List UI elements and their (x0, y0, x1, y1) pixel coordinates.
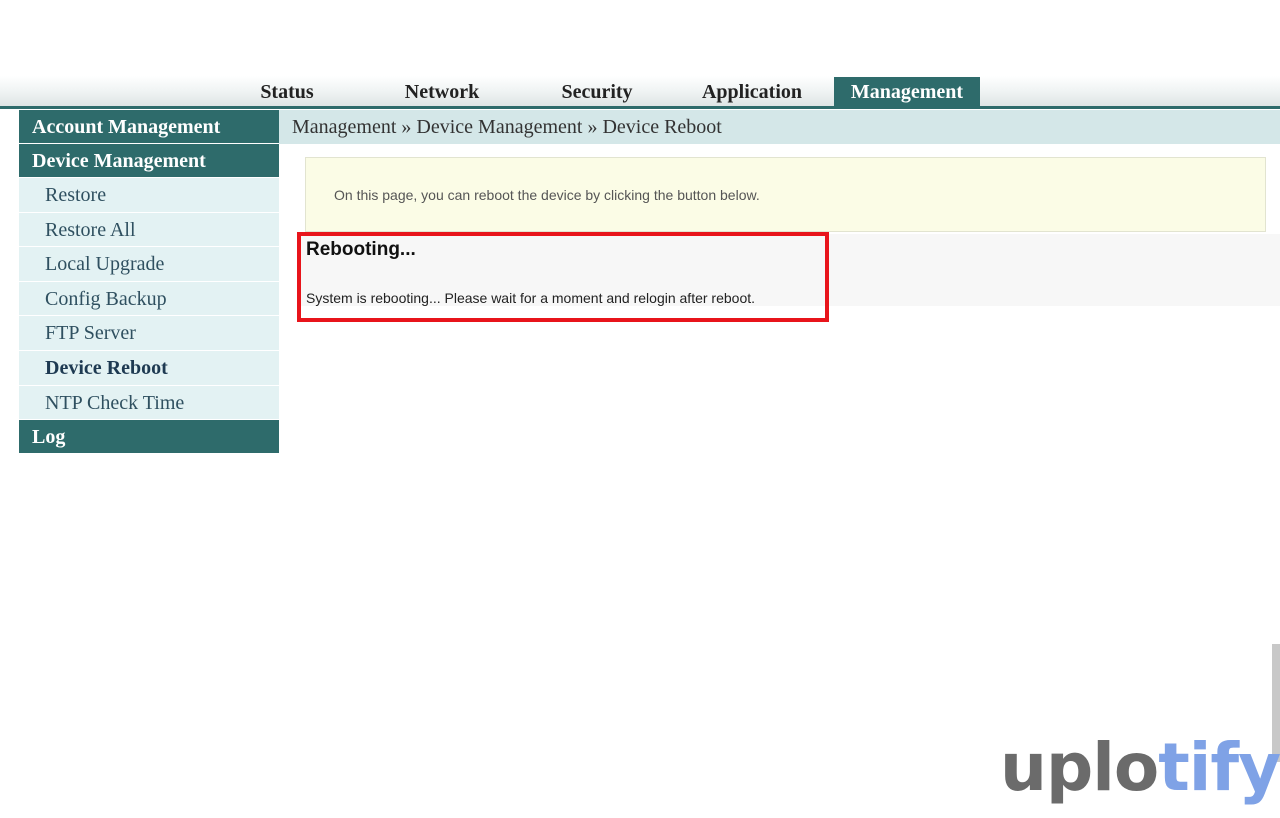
sidebar-item-restore-all[interactable]: Restore All (19, 212, 279, 248)
sidebar-section-log[interactable]: Log (19, 420, 279, 455)
tab-application[interactable]: Application (690, 77, 814, 107)
sidebar-item-restore[interactable]: Restore (19, 178, 279, 213)
sidebar-section-account-management[interactable]: Account Management (19, 110, 279, 144)
sidebar-item-device-reboot[interactable]: Device Reboot (19, 350, 279, 386)
sidebar: Account Management Device Management Res… (19, 110, 279, 455)
tab-status[interactable]: Status (243, 77, 331, 107)
info-message: On this page, you can reboot the device … (305, 157, 1266, 232)
highlight-annotation (297, 232, 829, 322)
sidebar-item-ntp-check-time[interactable]: NTP Check Time (19, 385, 279, 421)
watermark-part-1: uplo (1000, 729, 1159, 806)
tab-security[interactable]: Security (547, 77, 647, 107)
sidebar-item-local-upgrade[interactable]: Local Upgrade (19, 247, 279, 282)
sidebar-item-config-backup[interactable]: Config Backup (19, 281, 279, 317)
watermark-part-2: tify (1158, 729, 1280, 806)
tab-management[interactable]: Management (834, 77, 980, 107)
sidebar-section-device-management[interactable]: Device Management (19, 144, 279, 178)
breadcrumb: Management » Device Management » Device … (279, 110, 1280, 144)
sidebar-item-ftp-server[interactable]: FTP Server (19, 316, 279, 351)
tab-network[interactable]: Network (392, 77, 492, 107)
watermark-logo: uplotify (1000, 728, 1280, 808)
